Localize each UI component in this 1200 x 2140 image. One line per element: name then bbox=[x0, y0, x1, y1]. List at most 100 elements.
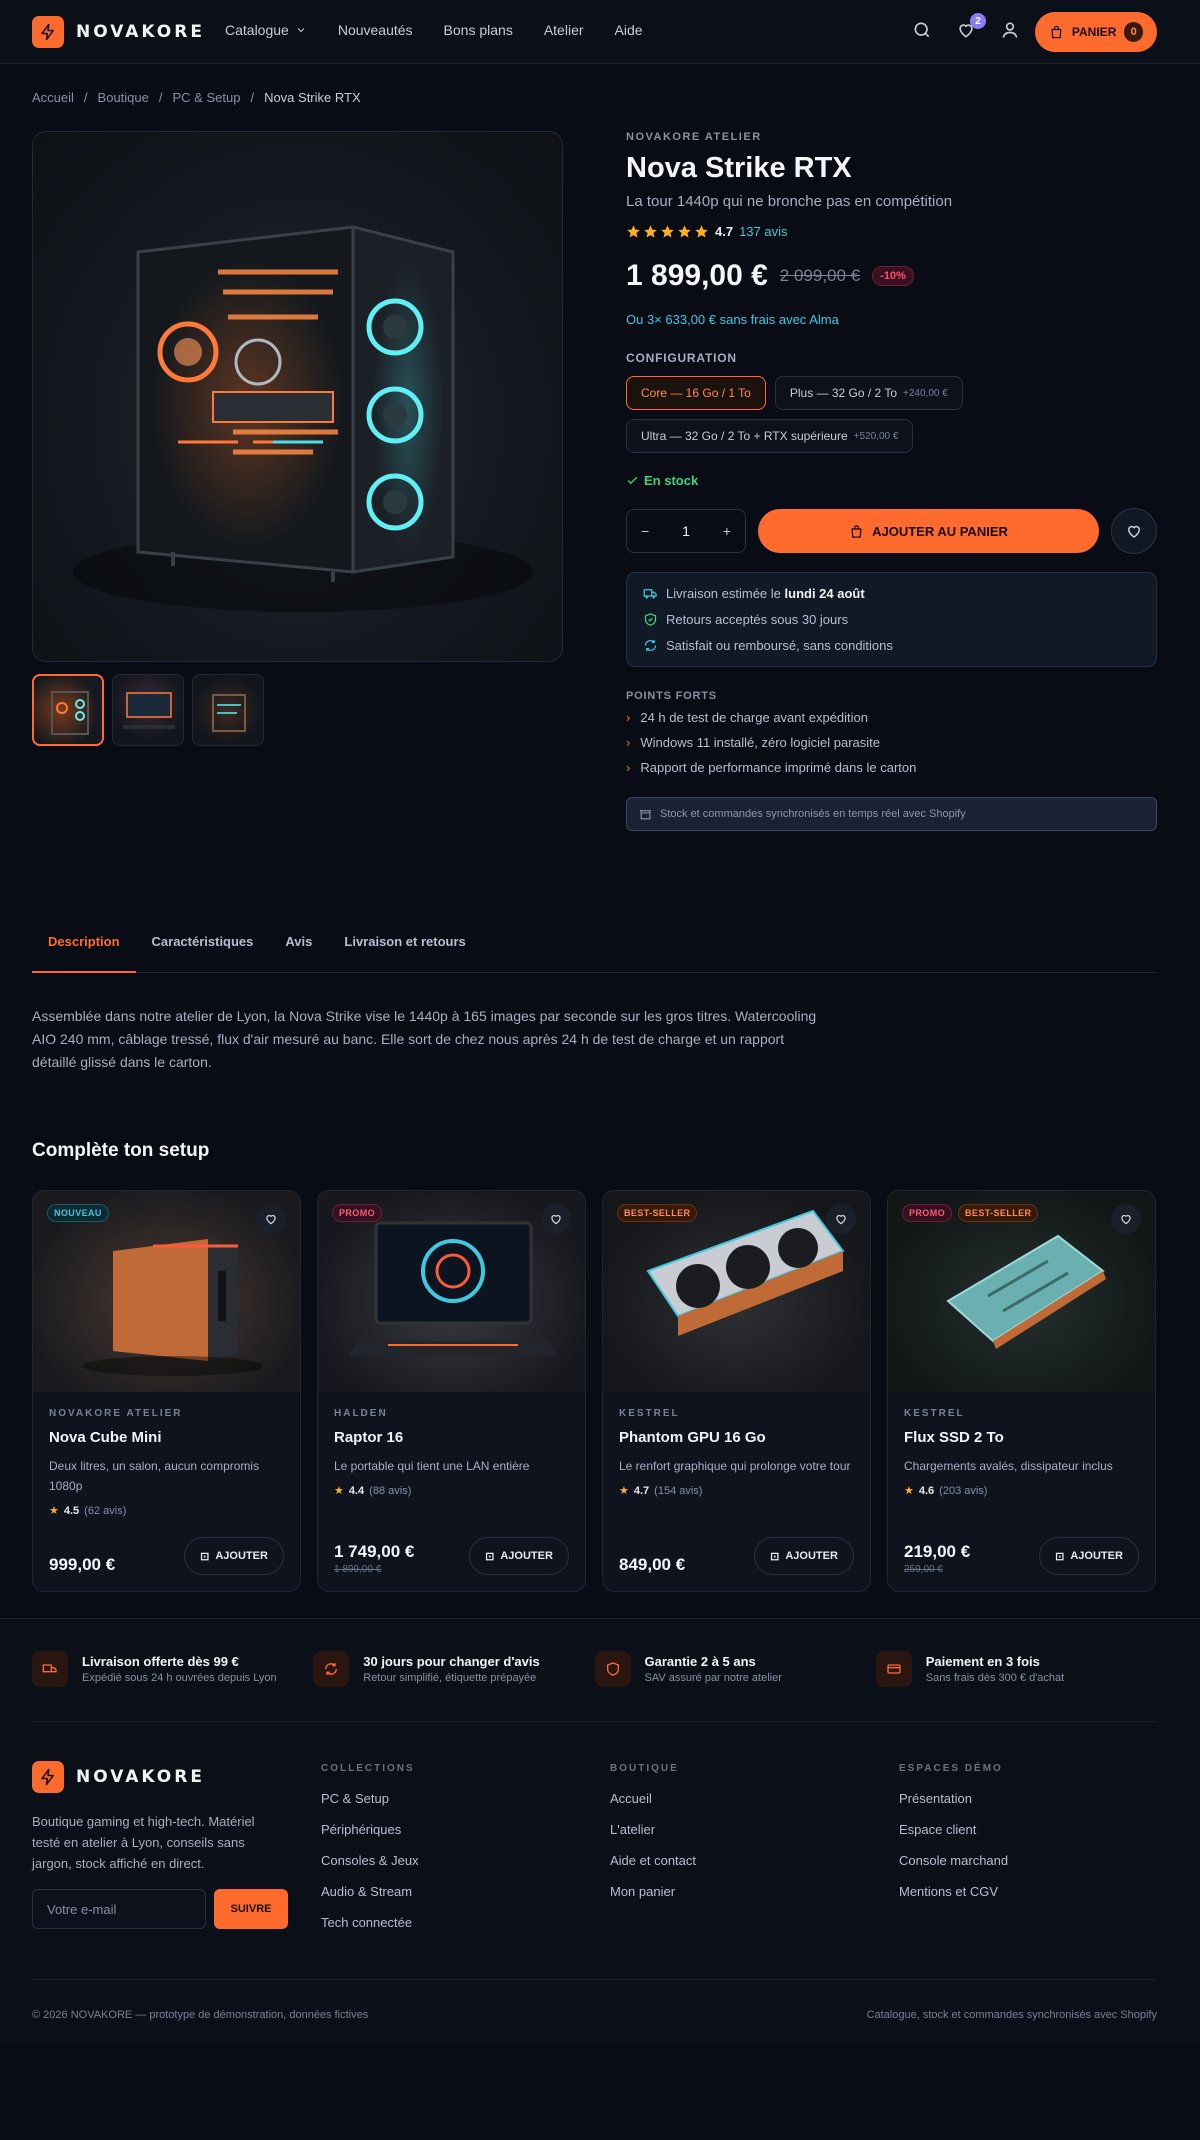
footer-link[interactable]: Présentation bbox=[899, 1791, 1008, 1806]
heart-icon[interactable] bbox=[826, 1204, 856, 1234]
thumbnail-1[interactable] bbox=[32, 674, 104, 746]
tag-new: NOUVEAU bbox=[47, 1204, 109, 1222]
product-card[interactable]: BEST-SELLER KESTREL Phantom GPU 16 Go Le… bbox=[602, 1190, 871, 1592]
add-button[interactable]: ⊡ AJOUTER bbox=[1039, 1537, 1139, 1575]
nav-aide[interactable]: Aide bbox=[615, 22, 643, 38]
card-old-price: 259,00 € bbox=[904, 1564, 943, 1575]
installments-note[interactable]: Ou 3× 633,00 € sans frais avec Alma bbox=[626, 312, 1157, 327]
delivery-estimate: Livraison estimée le lundi 24 août bbox=[643, 586, 1140, 601]
thumbnail-3[interactable] bbox=[192, 674, 264, 746]
add-button[interactable]: ⊡ AJOUTER bbox=[469, 1537, 569, 1575]
thumbnail-2[interactable] bbox=[112, 674, 184, 746]
account-icon[interactable] bbox=[1000, 20, 1022, 42]
subscribe-button[interactable]: SUIVRE bbox=[214, 1889, 288, 1929]
card-image: PROMO BEST-SELLER bbox=[888, 1191, 1155, 1392]
footer-link[interactable]: Accueil bbox=[610, 1791, 696, 1806]
cart-button[interactable]: PANIER 0 bbox=[1035, 12, 1157, 52]
newsletter-form: Votre e-mail SUIVRE bbox=[32, 1889, 288, 1929]
quantity-value[interactable]: 1 bbox=[682, 523, 690, 539]
footer-brand: NOVAKORE Boutique gaming et high-tech. M… bbox=[32, 1761, 288, 1929]
product-main-image[interactable] bbox=[32, 131, 563, 662]
perk-subtitle: Retour simplifié, étiquette prépayée bbox=[363, 1672, 537, 1684]
card-title[interactable]: Flux SSD 2 To bbox=[904, 1429, 1139, 1446]
tab-specs[interactable]: Caractéristiques bbox=[136, 934, 270, 973]
breadcrumb-link[interactable]: Boutique bbox=[98, 90, 149, 105]
nav-bons-plans[interactable]: Bons plans bbox=[444, 22, 513, 38]
nav-atelier[interactable]: Atelier bbox=[544, 22, 584, 38]
footer-logo[interactable]: NOVAKORE bbox=[32, 1761, 288, 1793]
footer-link[interactable]: Périphériques bbox=[321, 1822, 419, 1837]
thumbnail-strip bbox=[32, 674, 264, 746]
perk-subtitle: Sans frais dès 300 € d'achat bbox=[925, 1672, 1065, 1684]
shopify-sync-note: Stock et commandes synchronisés en temps… bbox=[626, 797, 1157, 831]
discount-badge: -10% bbox=[872, 266, 914, 286]
refresh-icon bbox=[644, 639, 657, 652]
footer-link[interactable]: Tech connectée bbox=[321, 1915, 419, 1930]
wishlist-icon[interactable]: 2 bbox=[956, 13, 986, 42]
reviews-link[interactable]: 137 avis bbox=[739, 224, 787, 239]
minus-icon[interactable]: − bbox=[641, 523, 649, 539]
card-rating: ★ 4.5 (62 avis) bbox=[49, 1504, 284, 1518]
star-icon bbox=[695, 225, 708, 238]
breadcrumb-separator: / bbox=[250, 90, 255, 105]
breadcrumb-separator: / bbox=[83, 90, 88, 105]
perk-title: 30 jours pour changer d'avis bbox=[363, 1654, 540, 1669]
search-icon[interactable] bbox=[912, 20, 934, 42]
nav-catalogue[interactable]: Catalogue bbox=[225, 22, 307, 38]
logo[interactable]: NOVAKORE bbox=[32, 16, 205, 48]
product-card[interactable]: NOUVEAU NOVAKORE ATELIER Nova Cube Mini … bbox=[32, 1190, 301, 1592]
email-field[interactable]: Votre e-mail bbox=[32, 1889, 206, 1929]
add-to-cart-button[interactable]: AJOUTER AU PANIER bbox=[758, 509, 1099, 553]
footer-link[interactable]: L'atelier bbox=[610, 1822, 696, 1837]
footer-link[interactable]: Console marchand bbox=[899, 1853, 1008, 1868]
footer-link[interactable]: Audio & Stream bbox=[321, 1884, 419, 1899]
footer-link[interactable]: Consoles & Jeux bbox=[321, 1853, 419, 1868]
footer-col-title: BOUTIQUE bbox=[610, 1763, 679, 1774]
product-card[interactable]: PROMO BEST-SELLER KESTREL Flux SSD 2 To C… bbox=[887, 1190, 1156, 1592]
bag-icon bbox=[851, 524, 862, 538]
card-title[interactable]: Nova Cube Mini bbox=[49, 1429, 284, 1446]
footer-col-boutique: BOUTIQUE Accueil L'atelier Aide et conta… bbox=[610, 1763, 696, 1899]
shield-check-icon bbox=[644, 613, 657, 626]
tab-reviews[interactable]: Avis bbox=[269, 934, 328, 973]
add-button[interactable]: ⊡ AJOUTER bbox=[184, 1537, 284, 1575]
heart-icon[interactable] bbox=[541, 1204, 571, 1234]
breadcrumb-link[interactable]: PC & Setup bbox=[173, 90, 241, 105]
breadcrumb-link[interactable]: Accueil bbox=[32, 90, 74, 105]
stock-label: En stock bbox=[644, 473, 699, 488]
cart-label: PANIER bbox=[1071, 25, 1117, 39]
config-option-core[interactable]: Core — 16 Go / 1 To bbox=[626, 376, 766, 410]
product-rating: 4.7 137 avis bbox=[626, 224, 1157, 239]
heart-icon[interactable] bbox=[256, 1204, 286, 1234]
tab-shipping[interactable]: Livraison et retours bbox=[328, 934, 481, 973]
add-button[interactable]: ⊡ AJOUTER bbox=[754, 1537, 854, 1575]
sync-note: Catalogue, stock et commandes synchronis… bbox=[866, 2009, 1157, 2021]
config-option-ultra[interactable]: Ultra — 32 Go / 2 To + RTX supérieure +52… bbox=[626, 419, 914, 453]
tag-best-seller: BEST-SELLER bbox=[958, 1204, 1039, 1222]
product-card[interactable]: PROMO HALDEN Raptor 16 Le portable qui t… bbox=[317, 1190, 586, 1592]
card-title[interactable]: Phantom GPU 16 Go bbox=[619, 1429, 854, 1446]
tag-promo: PROMO bbox=[332, 1204, 383, 1222]
option-extra: +240,00 € bbox=[903, 387, 948, 399]
nav-nouveautes[interactable]: Nouveautés bbox=[338, 22, 413, 38]
star-icon bbox=[661, 225, 674, 238]
wishlist-button[interactable] bbox=[1111, 508, 1157, 554]
card-title[interactable]: Raptor 16 bbox=[334, 1429, 569, 1446]
perk-subtitle: Expédié sous 24 h ouvrées depuis Lyon bbox=[82, 1672, 277, 1684]
plus-icon[interactable]: + bbox=[723, 523, 731, 539]
rating-value: 4.7 bbox=[633, 1484, 650, 1497]
sync-text: Stock et commandes synchronisés en temps… bbox=[660, 808, 966, 820]
tag-best-seller: BEST-SELLER bbox=[617, 1204, 698, 1222]
heart-icon[interactable] bbox=[1111, 1204, 1141, 1234]
footer-link[interactable]: Mon panier bbox=[610, 1884, 696, 1899]
footer-link[interactable]: Aide et contact bbox=[610, 1853, 696, 1868]
footer-link[interactable]: Espace client bbox=[899, 1822, 1008, 1837]
returns-text: Retours acceptés sous 30 jours bbox=[666, 612, 849, 627]
tab-description[interactable]: Description bbox=[32, 934, 136, 973]
highlight-item: › Rapport de performance imprimé dans le … bbox=[626, 760, 1157, 775]
footer-link[interactable]: PC & Setup bbox=[321, 1791, 419, 1806]
config-option-plus[interactable]: Plus — 32 Go / 2 To +240,00 € bbox=[774, 376, 963, 410]
main-nav: Catalogue Nouveautés Bons plans Atelier … bbox=[225, 22, 643, 38]
footer-link[interactable]: Mentions et CGV bbox=[899, 1884, 1008, 1899]
bag-icon bbox=[1051, 25, 1062, 39]
